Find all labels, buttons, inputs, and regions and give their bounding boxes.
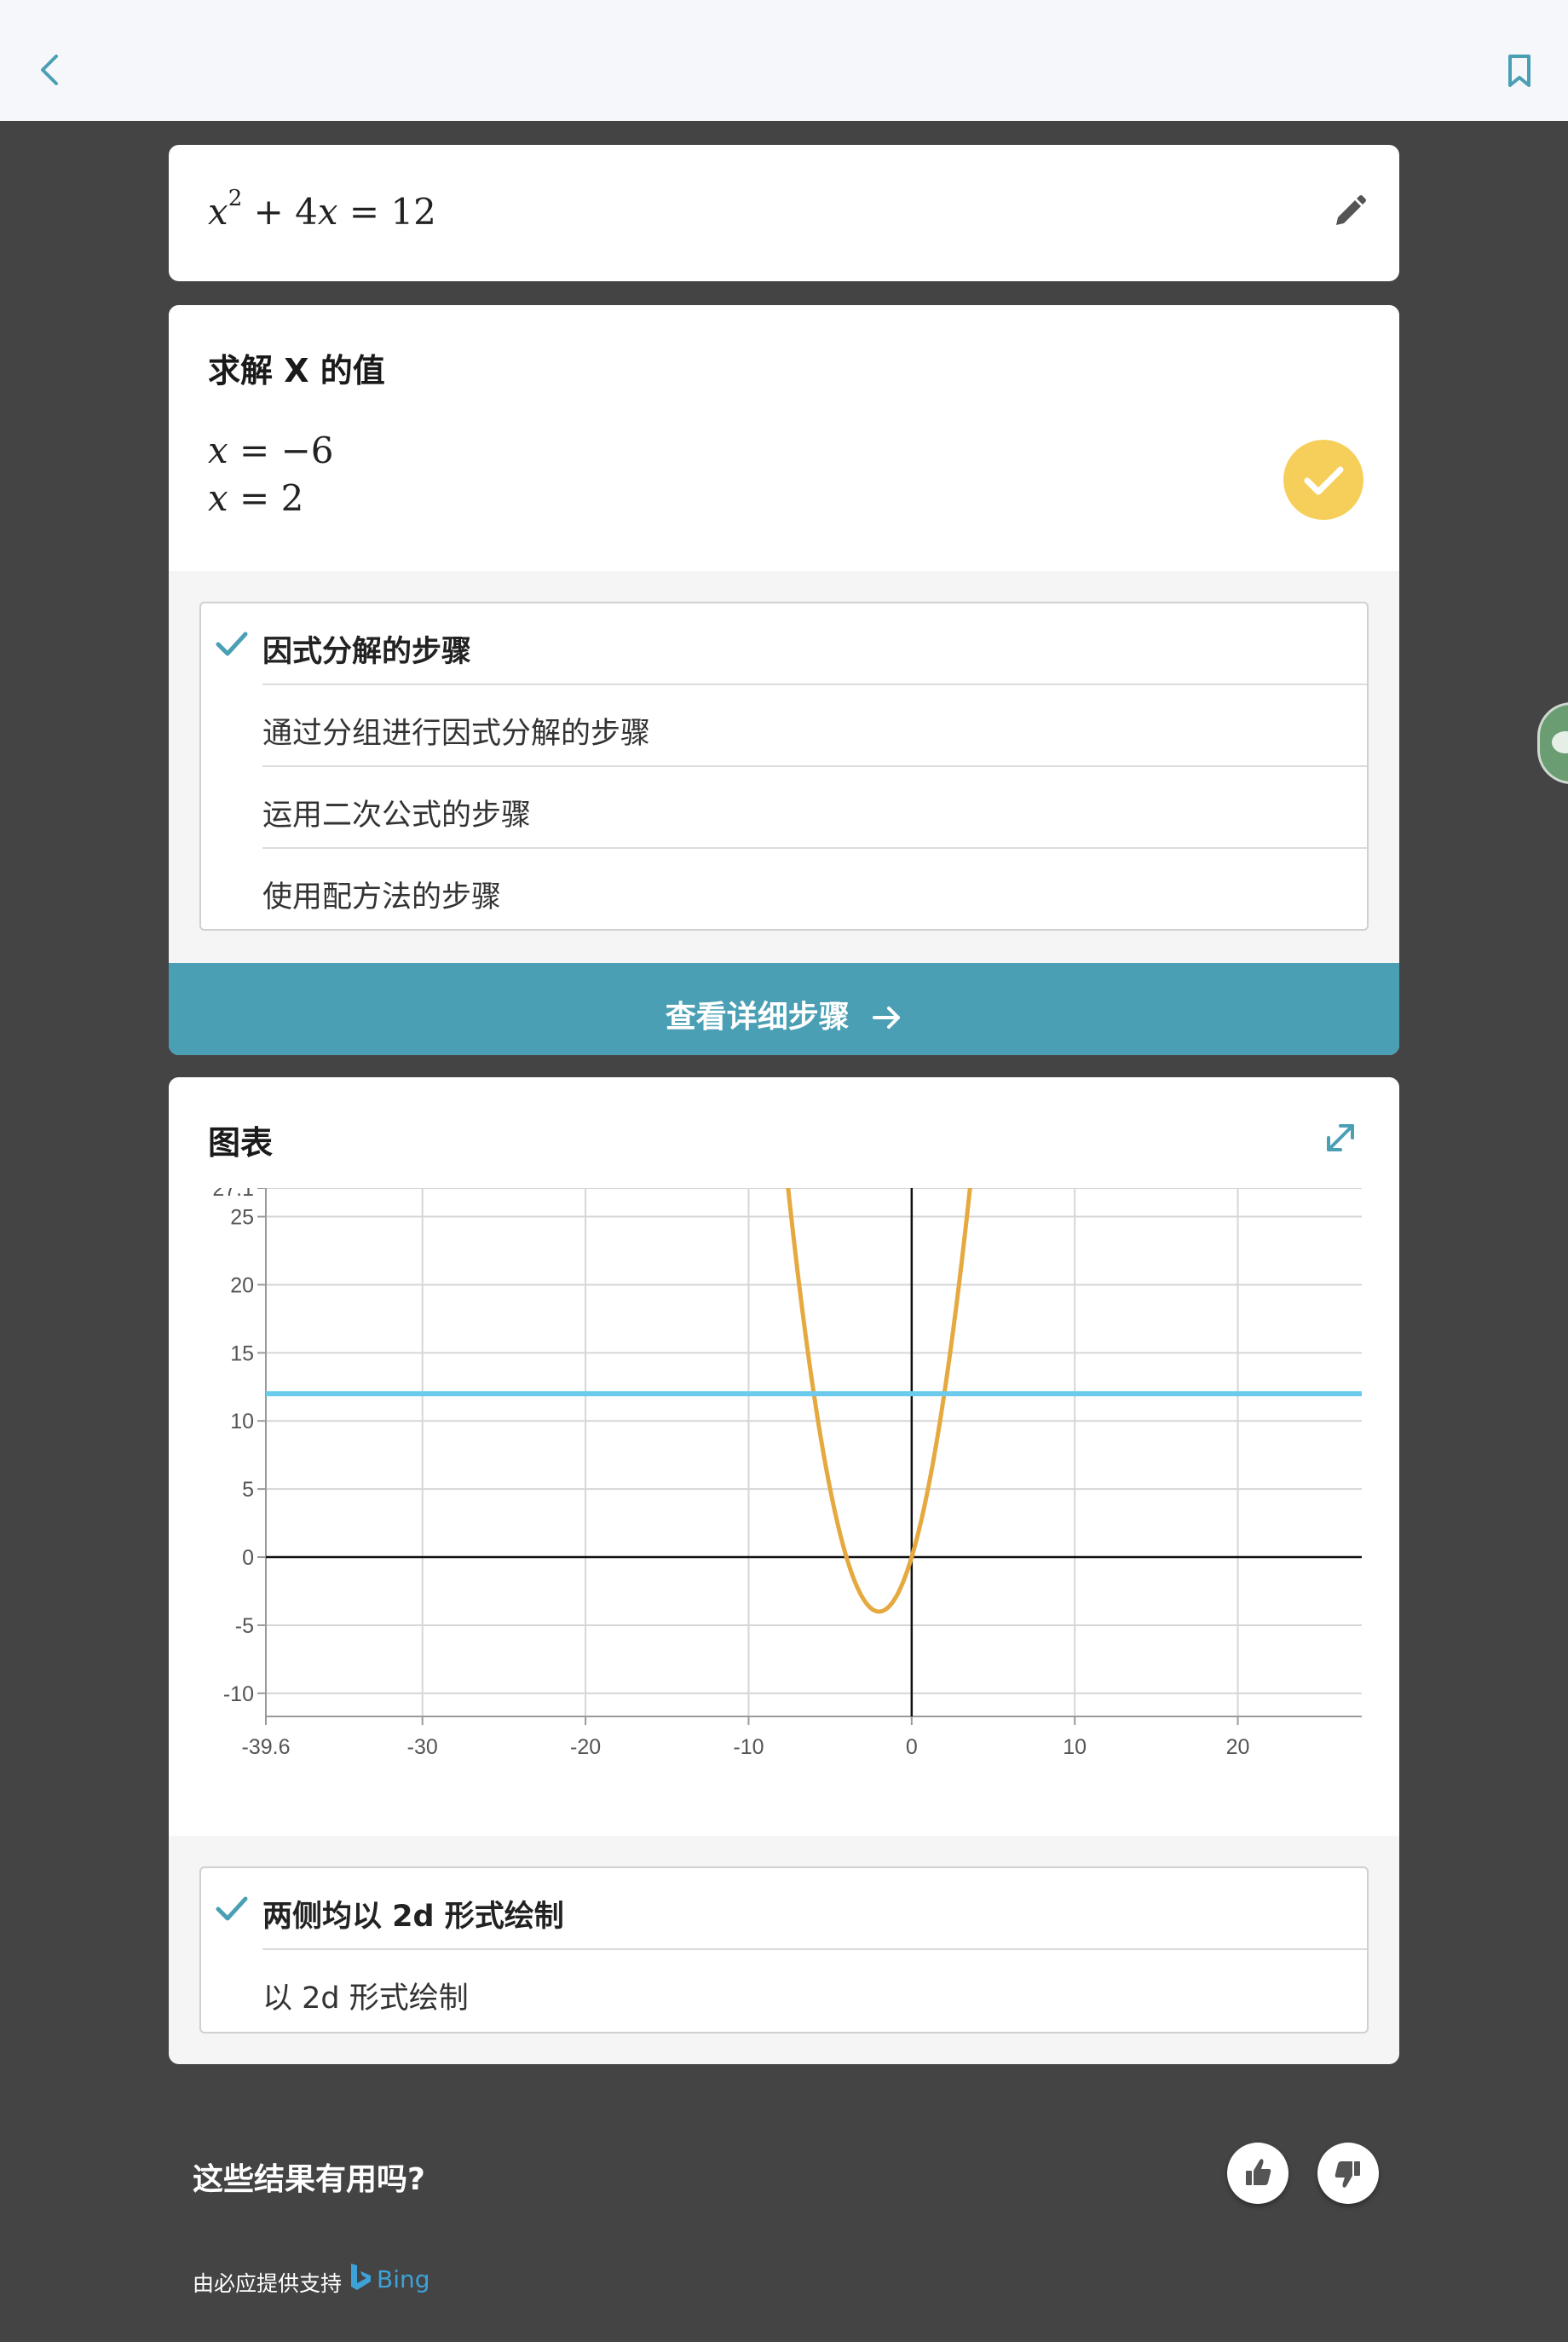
arrow-right-icon bbox=[873, 1007, 901, 1029]
bookmark-icon[interactable] bbox=[1505, 53, 1534, 89]
checkmark-icon bbox=[216, 1896, 248, 1921]
x-tick-label: -10 bbox=[733, 1735, 764, 1759]
thumbs-up-icon bbox=[1246, 2159, 1271, 2185]
graph-title: 图表 bbox=[208, 1124, 274, 1162]
series-parabola bbox=[786, 1188, 972, 1614]
y-tick-label: 0 bbox=[242, 1546, 254, 1570]
bing-brand-text[interactable]: Bing bbox=[377, 2265, 430, 2293]
y-tick-label: 27.1 bbox=[212, 1188, 254, 1201]
view-detailed-steps-button[interactable]: 查看详细步骤 bbox=[169, 963, 1399, 1055]
equation-var: x bbox=[317, 191, 338, 233]
y-tick-label: 20 bbox=[230, 1273, 254, 1297]
thumbs-up-button[interactable] bbox=[1227, 2143, 1288, 2204]
function-graph[interactable]: 27.1 25 20 15 10 5 0 -5 -10 -39.6 -30 -20 -10 0 10 20 bbox=[169, 1188, 1399, 1810]
solution-value: = 2 bbox=[228, 477, 304, 519]
back-arrow-icon[interactable] bbox=[32, 51, 66, 89]
y-tick-label: -10 bbox=[223, 1682, 254, 1706]
method-item-quadratic-formula[interactable]: 运用二次公式的步骤 bbox=[201, 767, 1367, 849]
method-label: 因式分解的步骤 bbox=[262, 635, 472, 669]
graph-area: 图表 27.1 25 20 15 10 5 0 -5 -10 -39.6 -30 -20 -10 0 10 2… bbox=[169, 1077, 1399, 1836]
chat-icon bbox=[1552, 731, 1568, 753]
feedback-question: 这些结果有用吗? bbox=[193, 2162, 425, 2197]
y-tick-label: 15 bbox=[230, 1341, 254, 1365]
checkmark-icon bbox=[216, 632, 248, 656]
x-tick-label: -39.6 bbox=[242, 1735, 291, 1759]
x-tick-label: 0 bbox=[906, 1735, 918, 1759]
solution-line-1: x = −6 bbox=[208, 430, 334, 471]
view-detailed-steps-label: 查看详细步骤 bbox=[665, 1000, 850, 1035]
plot-option-label: 两侧均以 2d 形式绘制 bbox=[262, 1900, 564, 1934]
solution-value: = −6 bbox=[228, 430, 334, 471]
method-list: 因式分解的步骤 通过分组进行因式分解的步骤 运用二次公式的步骤 使用配方法的步骤 bbox=[199, 602, 1369, 931]
expand-icon[interactable] bbox=[1319, 1116, 1362, 1159]
equation[interactable]: x2 + 4x = 12 bbox=[208, 186, 436, 233]
plot-option-both-sides[interactable]: 两侧均以 2d 形式绘制 bbox=[201, 1868, 1367, 1950]
y-tick-label: -5 bbox=[235, 1614, 254, 1638]
solution-header: 求解 X 的值 x = −6 x = 2 bbox=[169, 305, 1399, 571]
pencil-edit-icon[interactable] bbox=[1328, 191, 1370, 234]
powered-by-text: 由必应提供支持 bbox=[193, 2271, 343, 2296]
solution-var: x bbox=[208, 430, 228, 471]
y-tick-label: 10 bbox=[230, 1410, 254, 1433]
method-label: 使用配方法的步骤 bbox=[262, 880, 502, 914]
solution-card: 求解 X 的值 x = −6 x = 2 因式分解的步骤 通过分组进行因式分解的… bbox=[169, 305, 1399, 1055]
plot-option-2d[interactable]: 以 2d 形式绘制 bbox=[201, 1950, 1367, 2032]
solution-var: x bbox=[208, 477, 228, 519]
method-label: 通过分组进行因式分解的步骤 bbox=[262, 717, 651, 751]
method-item-completing-square[interactable]: 使用配方法的步骤 bbox=[201, 849, 1367, 931]
equation-exponent: 2 bbox=[228, 186, 243, 211]
equation-base: x bbox=[208, 191, 228, 233]
x-tick-label: 10 bbox=[1063, 1735, 1087, 1759]
verified-check-icon bbox=[1283, 440, 1363, 520]
bing-logo-icon bbox=[351, 2264, 371, 2290]
y-tick-label: 25 bbox=[230, 1206, 254, 1230]
top-bar bbox=[0, 0, 1568, 121]
equation-rest: + 4 bbox=[242, 191, 318, 233]
x-tick-label: -20 bbox=[570, 1735, 601, 1759]
equation-card: x2 + 4x = 12 bbox=[169, 145, 1399, 281]
solution-line-2: x = 2 bbox=[208, 477, 303, 519]
method-item-grouping[interactable]: 通过分组进行因式分解的步骤 bbox=[201, 685, 1367, 767]
x-tick-label: 20 bbox=[1226, 1735, 1250, 1759]
plot-option-label: 以 2d 形式绘制 bbox=[262, 1981, 469, 2016]
thumbs-down-icon bbox=[1335, 2161, 1360, 2188]
method-label: 运用二次公式的步骤 bbox=[262, 799, 532, 833]
thumbs-down-button[interactable] bbox=[1317, 2143, 1379, 2204]
method-item-factoring[interactable]: 因式分解的步骤 bbox=[201, 603, 1367, 685]
view-detailed-steps-text: 查看详细步骤 bbox=[169, 992, 1399, 1036]
chat-bubble-button[interactable] bbox=[1537, 702, 1568, 784]
graph-card: 图表 27.1 25 20 15 10 5 0 -5 -10 -39.6 -30 -20 -10 0 10 2… bbox=[169, 1077, 1399, 2064]
y-tick-label: 5 bbox=[242, 1478, 254, 1502]
equation-rhs: = 12 bbox=[337, 191, 436, 233]
x-tick-label: -30 bbox=[407, 1735, 438, 1759]
solution-title: 求解 X 的值 bbox=[208, 352, 385, 389]
plot-options-list: 两侧均以 2d 形式绘制 以 2d 形式绘制 bbox=[199, 1866, 1369, 2033]
